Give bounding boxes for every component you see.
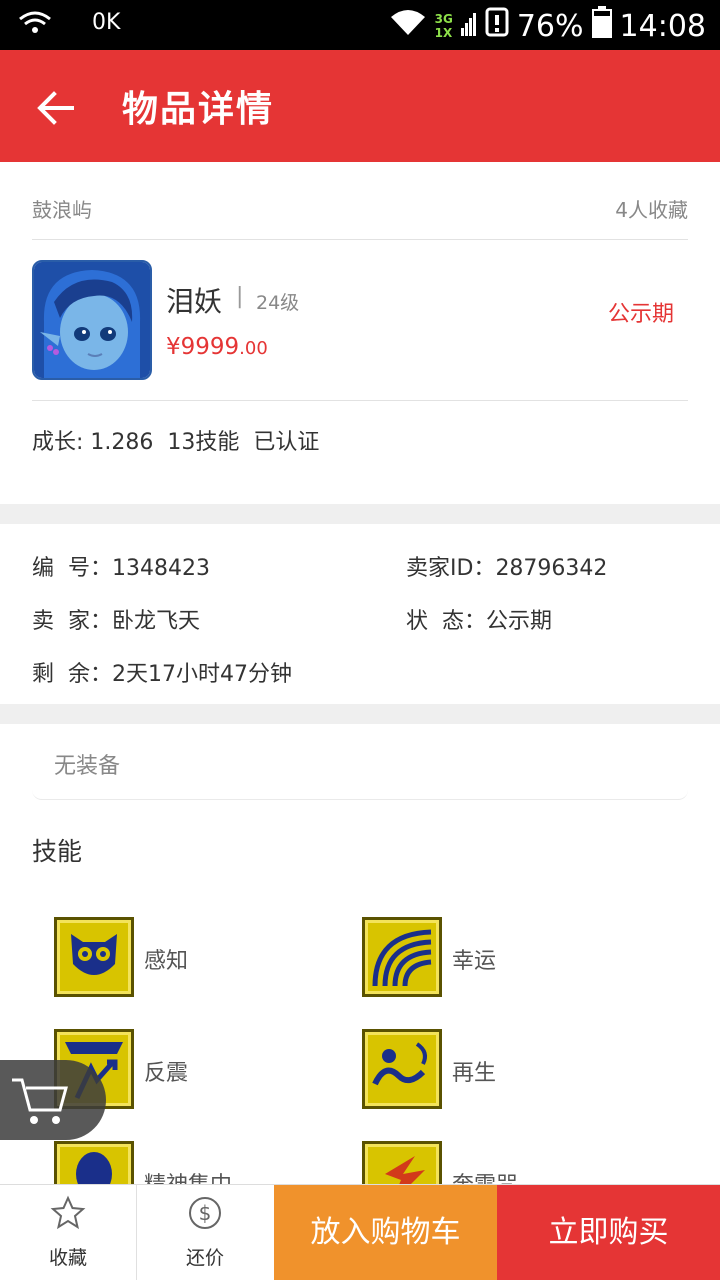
regen-icon bbox=[362, 1029, 442, 1109]
divider bbox=[32, 400, 688, 401]
skill-label: 精神集中 bbox=[144, 1167, 232, 1184]
wifi-icon bbox=[18, 10, 52, 40]
app-bar: 物品详情 bbox=[0, 50, 720, 162]
equipment-panel: 无装备 bbox=[32, 724, 688, 800]
seller-row: 卖 家：卧龙飞天 bbox=[32, 603, 200, 635]
price: ¥9999.00 bbox=[166, 334, 268, 360]
favorite-label: 收藏 bbox=[48, 1247, 87, 1269]
status-row: 状 态：公示期 bbox=[406, 603, 552, 635]
favorite-count: 4人收藏 bbox=[615, 198, 688, 222]
section-gap bbox=[0, 704, 720, 724]
status-value: 公示期 bbox=[486, 609, 553, 634]
skills-title: 技能 bbox=[32, 837, 83, 866]
price-main: ¥9999 bbox=[166, 334, 240, 360]
shopping-cart-icon bbox=[12, 1078, 68, 1124]
add-to-cart-button[interactable]: 放入购物车 bbox=[274, 1185, 497, 1280]
skill-item[interactable]: 再生 bbox=[362, 1029, 662, 1111]
skill-item[interactable]: 奔雷咒 bbox=[362, 1141, 662, 1184]
status-label: 状 态： bbox=[406, 609, 486, 634]
divider bbox=[32, 239, 688, 240]
focus-icon bbox=[54, 1141, 134, 1184]
item-summary: 鼓浪屿 4人收藏 泪妖 | 24级 ¥9999.00 公示期 成长: 1.286… bbox=[0, 162, 720, 504]
thunder-icon bbox=[362, 1141, 442, 1184]
skill-label: 感知 bbox=[144, 949, 189, 974]
trade-details: 编 号：1348423 卖家ID：28796342 卖 家：卧龙飞天 状 态：公… bbox=[0, 524, 720, 704]
bargain-label: 还价 bbox=[185, 1247, 224, 1269]
seller-id-label: 卖家ID： bbox=[406, 556, 496, 581]
id-row: 编 号：1348423 bbox=[32, 550, 210, 582]
favorite-button[interactable]: 收藏 bbox=[0, 1185, 136, 1280]
bottom-action-bar: 收藏 $ 还价 放入购物车 立即购买 bbox=[0, 1184, 720, 1280]
seller-label: 卖 家： bbox=[32, 609, 112, 634]
bargain-button[interactable]: $ 还价 bbox=[137, 1185, 273, 1280]
page-title: 物品详情 bbox=[122, 89, 275, 130]
remaining-value: 2天17小时47分钟 bbox=[112, 662, 292, 687]
section-gap bbox=[0, 504, 720, 524]
arrow-left-icon bbox=[37, 91, 74, 125]
dollar-circle-icon: $ bbox=[189, 1197, 221, 1229]
id-label: 编 号： bbox=[32, 556, 112, 581]
id-value: 1348423 bbox=[112, 556, 210, 581]
wifi-signal-icon bbox=[389, 7, 427, 45]
skill-label: 奔雷咒 bbox=[452, 1167, 518, 1184]
signal-bars-icon bbox=[460, 9, 477, 44]
skill-item[interactable]: 精神集中 bbox=[54, 1141, 354, 1184]
equipment-skills-section: 无装备 技能 感知 幸运 反震 再生 精神集中 奔雷咒 bbox=[0, 724, 720, 1184]
skill-item[interactable]: 幸运 bbox=[362, 917, 662, 999]
clock: 14:08 bbox=[619, 8, 706, 44]
character-level: 24级 bbox=[256, 292, 300, 314]
owl-icon bbox=[54, 917, 134, 997]
price-decimal: .00 bbox=[239, 338, 268, 359]
back-button[interactable] bbox=[32, 84, 80, 132]
character-portrait-icon bbox=[34, 262, 150, 378]
no-equipment-text: 无装备 bbox=[54, 754, 121, 779]
buy-now-button[interactable]: 立即购买 bbox=[497, 1185, 720, 1280]
remaining-row: 剩 余：2天17小时47分钟 bbox=[32, 656, 292, 688]
skill-item[interactable]: 感知 bbox=[54, 917, 354, 999]
server-name: 鼓浪屿 bbox=[32, 198, 92, 222]
character-avatar[interactable] bbox=[32, 260, 152, 380]
status-icons: 3G 1X 76% 14:08 bbox=[389, 6, 706, 46]
star-icon bbox=[50, 1195, 86, 1230]
floating-cart-button[interactable] bbox=[0, 1060, 106, 1140]
carrier-text: 0K bbox=[92, 10, 121, 35]
item-attributes: 成长: 1.286 13技能 已认证 bbox=[32, 430, 320, 455]
skill-label: 反震 bbox=[144, 1061, 189, 1086]
battery-percent: 76% bbox=[516, 8, 584, 44]
rainbow-icon bbox=[362, 917, 442, 997]
status-badge: 公示期 bbox=[607, 302, 674, 327]
seller-id-row: 卖家ID：28796342 bbox=[406, 550, 607, 582]
seller-value: 卧龙飞天 bbox=[112, 609, 201, 634]
battery-icon bbox=[591, 6, 612, 46]
name-separator: | bbox=[236, 284, 244, 309]
skill-label: 幸运 bbox=[452, 949, 497, 974]
seller-id-value: 28796342 bbox=[495, 556, 608, 581]
character-name: 泪妖 bbox=[166, 285, 223, 318]
skill-label: 再生 bbox=[452, 1061, 497, 1086]
status-bar: 0K 3G 1X 76% 14:08 bbox=[0, 0, 720, 50]
sim-alert-icon bbox=[485, 7, 509, 45]
network-type: 3G 1X bbox=[434, 12, 453, 40]
remaining-label: 剩 余： bbox=[32, 662, 112, 687]
svg-text:$: $ bbox=[199, 1201, 212, 1225]
